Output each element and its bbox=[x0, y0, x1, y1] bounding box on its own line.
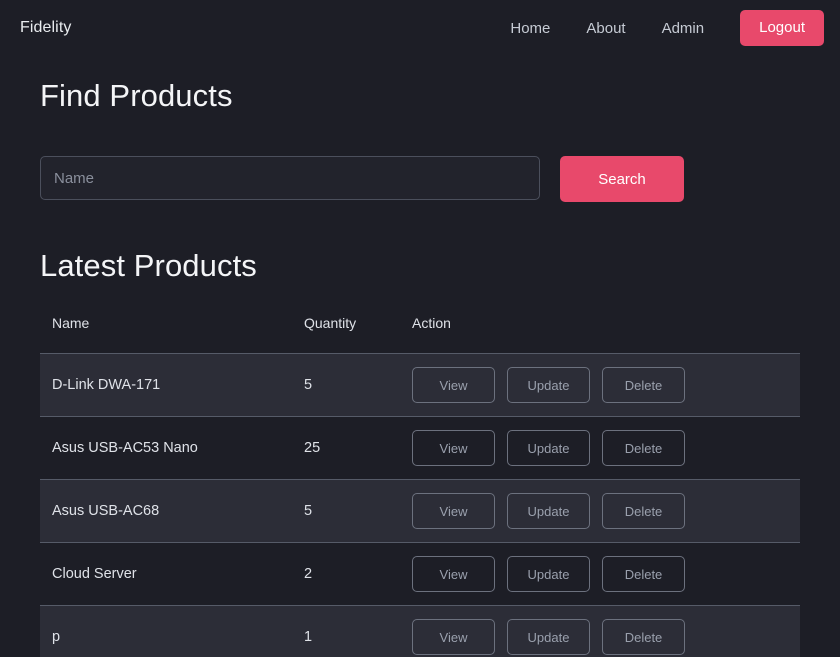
view-button[interactable]: View bbox=[412, 430, 495, 467]
cell-product-quantity: 5 bbox=[304, 503, 313, 520]
column-header-action: Action bbox=[412, 315, 800, 355]
product-search-form: Search bbox=[40, 156, 800, 203]
update-button[interactable]: Update bbox=[507, 430, 590, 467]
column-header-name: Name bbox=[40, 315, 304, 355]
cell-product-quantity: 5 bbox=[304, 377, 313, 394]
action-button-group: View Update Delete bbox=[412, 619, 800, 656]
brand-logo[interactable]: Fidelity bbox=[20, 20, 71, 36]
cell-product-quantity: 1 bbox=[304, 629, 313, 646]
section-title-latest-products: Latest Products bbox=[40, 248, 257, 284]
update-button[interactable]: Update bbox=[507, 367, 590, 404]
nav-link-admin[interactable]: Admin bbox=[644, 13, 723, 44]
nav-links-group: Home About Admin Logout bbox=[492, 9, 824, 47]
cell-product-actions: View Update Delete bbox=[412, 606, 800, 657]
table-row: Asus USB-AC53 Nano 25 View Update Delete bbox=[40, 416, 800, 480]
delete-button[interactable]: Delete bbox=[602, 367, 685, 404]
table-row: Asus USB-AC68 5 View Update Delete bbox=[40, 479, 800, 543]
update-button[interactable]: Update bbox=[507, 556, 590, 593]
cell-product-name: Asus USB-AC53 Nano bbox=[52, 440, 198, 457]
products-table-wrapper: Name Quantity Action D-Link DWA-171 5 Vi… bbox=[40, 315, 800, 657]
search-button[interactable]: Search bbox=[560, 156, 684, 203]
table-row: p 1 View Update Delete bbox=[40, 605, 800, 657]
action-button-group: View Update Delete bbox=[412, 367, 800, 404]
action-button-group: View Update Delete bbox=[412, 556, 800, 593]
main-content: Find Products Search Latest Products Nam… bbox=[0, 77, 840, 657]
update-button[interactable]: Update bbox=[507, 493, 590, 530]
delete-button[interactable]: Delete bbox=[602, 619, 685, 656]
nav-link-about[interactable]: About bbox=[568, 13, 643, 44]
cell-product-name: p bbox=[52, 629, 61, 646]
cell-product-quantity: 25 bbox=[304, 440, 321, 457]
logout-button[interactable]: Logout bbox=[740, 9, 824, 47]
cell-product-actions: View Update Delete bbox=[412, 480, 800, 543]
table-header-row: Name Quantity Action bbox=[40, 315, 800, 355]
cell-product-name: Asus USB-AC68 bbox=[52, 503, 160, 520]
nav-link-home[interactable]: Home bbox=[492, 13, 568, 44]
products-table-body: D-Link DWA-171 5 View Update Delete Asus… bbox=[40, 353, 800, 657]
delete-button[interactable]: Delete bbox=[602, 493, 685, 530]
table-row: Cloud Server 2 View Update Delete bbox=[40, 542, 800, 606]
page-title: Find Products bbox=[40, 78, 233, 113]
cell-product-actions: View Update Delete bbox=[412, 543, 800, 606]
cell-product-quantity: 2 bbox=[304, 566, 313, 583]
action-button-group: View Update Delete bbox=[412, 493, 800, 530]
top-navbar: Fidelity Home About Admin Logout bbox=[0, 0, 840, 56]
view-button[interactable]: View bbox=[412, 556, 495, 593]
cell-product-actions: View Update Delete bbox=[412, 354, 800, 417]
view-button[interactable]: View bbox=[412, 619, 495, 656]
action-button-group: View Update Delete bbox=[412, 430, 800, 467]
delete-button[interactable]: Delete bbox=[602, 556, 685, 593]
table-row: D-Link DWA-171 5 View Update Delete bbox=[40, 353, 800, 417]
view-button[interactable]: View bbox=[412, 367, 495, 404]
cell-product-name: Cloud Server bbox=[52, 566, 137, 583]
cell-product-actions: View Update Delete bbox=[412, 417, 800, 480]
update-button[interactable]: Update bbox=[507, 619, 590, 656]
cell-product-name: D-Link DWA-171 bbox=[52, 377, 161, 394]
delete-button[interactable]: Delete bbox=[602, 430, 685, 467]
search-input[interactable] bbox=[40, 156, 540, 201]
products-table: Name Quantity Action D-Link DWA-171 5 Vi… bbox=[40, 315, 800, 657]
view-button[interactable]: View bbox=[412, 493, 495, 530]
products-table-head: Name Quantity Action bbox=[40, 315, 800, 355]
column-header-quantity: Quantity bbox=[304, 315, 412, 355]
